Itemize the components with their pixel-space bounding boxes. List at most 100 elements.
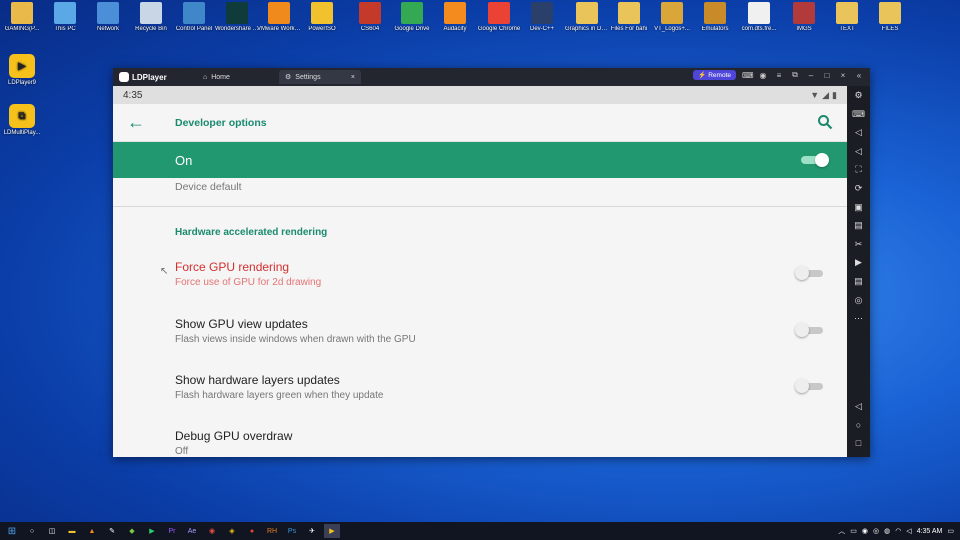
volume-up-icon[interactable]: ◁ [847, 123, 870, 142]
search-taskbar-icon[interactable]: ○ [24, 524, 40, 538]
gamepad-icon[interactable]: ⌨ [742, 71, 754, 80]
pref-show-gpu-view-updates[interactable]: Show GPU view updates Flash views inside… [175, 317, 815, 345]
photoshop-icon[interactable]: Ps [284, 524, 300, 538]
vlc-icon[interactable]: ▲ [84, 524, 100, 538]
vt-logos-icon[interactable]: VT_Logos+... [650, 2, 694, 33]
vmware-image [268, 2, 290, 24]
notification-icon[interactable]: ▭ [947, 527, 954, 535]
chrome-image [488, 2, 510, 24]
poweriso-icon[interactable]: PowerISO [300, 2, 344, 33]
volume-down-icon[interactable]: ◁ [847, 142, 870, 161]
this-pc-icon[interactable]: This PC [43, 2, 87, 33]
pref-debug-gpu-overdraw[interactable]: Debug GPU overdraw Off [175, 429, 815, 457]
network-icon[interactable]: Network [86, 2, 130, 33]
tray-app-icon[interactable]: ◉ [862, 527, 868, 535]
files-for-bahi-icon[interactable]: Files For bahi [607, 2, 651, 33]
audacity-icon[interactable]: Audacity [433, 2, 477, 33]
taskbar-app-icon[interactable]: ◈ [224, 524, 240, 538]
master-toggle[interactable] [801, 153, 829, 167]
toggle-show-hardware-layers-updates[interactable] [795, 379, 825, 393]
desktop-icon-label: Wondershare Filmora 12 [215, 26, 259, 32]
remote-label: Remote [708, 71, 731, 79]
shake-icon[interactable]: ◎ [847, 291, 870, 310]
control-panel-image [183, 2, 205, 24]
settings-icon[interactable]: ⚙ [847, 86, 870, 105]
close-tab-icon[interactable]: × [351, 74, 355, 81]
file-explorer-icon[interactable]: ▬ [64, 524, 80, 538]
emulators-icon[interactable]: Emulators [693, 2, 737, 33]
record-icon[interactable]: ▣ [847, 198, 870, 217]
control-panel-icon[interactable]: Control Panel [172, 2, 216, 33]
gaming-folder-icon[interactable]: GAMING(P... [0, 2, 44, 33]
tray-chevron-icon[interactable]: ︿ [838, 526, 845, 536]
desktop-icon-label: com.dts.fre... [741, 26, 777, 32]
scissors-icon[interactable]: ✂ [847, 235, 870, 254]
taskbar-app-icon[interactable]: RH [264, 524, 280, 538]
tray-app-icon[interactable]: ◍ [884, 527, 890, 535]
devcpp-icon[interactable]: Dev-C++ [520, 2, 564, 33]
pref-title: Debug GPU overdraw [175, 429, 293, 443]
text-folder-icon[interactable]: TEXT [825, 2, 869, 33]
toggle-force-gpu-rendering[interactable] [795, 266, 825, 280]
taskbar-app-icon[interactable]: ✈ [304, 524, 320, 538]
graphics-folder-icon[interactable]: Graphics in Dev C++ [565, 2, 609, 33]
collapse-sidebar-icon[interactable]: « [854, 71, 864, 80]
taskbar-app-icon[interactable]: ▶ [144, 524, 160, 538]
multi-window-icon[interactable]: ⧉ [790, 70, 800, 80]
pref-show-hardware-layers-updates[interactable]: Show hardware layers updates Flash hardw… [175, 373, 815, 401]
cs604-icon[interactable]: CS604 [348, 2, 392, 33]
tray-app-icon[interactable]: ◎ [873, 527, 879, 535]
tray-network-icon[interactable]: ▭ [850, 527, 857, 535]
back-arrow-icon[interactable]: ← [127, 112, 145, 133]
rotate-icon[interactable]: ⟳ [847, 179, 870, 198]
ldplayer9-icon[interactable]: ▶ LDPlayer9 [0, 54, 44, 86]
ldplayer-window: LDPlayer ⌂ Home ⚙ Settings × ⚡ Remote ⌨ ◉ … [113, 68, 870, 457]
dts-file-icon[interactable]: com.dts.fre... [737, 2, 781, 33]
text-icon[interactable]: ▤ [847, 272, 870, 291]
premiere-icon[interactable]: Pr [164, 524, 180, 538]
remote-button[interactable]: ⚡ Remote [693, 70, 736, 80]
recycle-bin-icon[interactable]: Recycle Bin [129, 2, 173, 33]
taskbar-app-icon[interactable]: ◆ [124, 524, 140, 538]
android-recents-icon[interactable]: □ [847, 434, 870, 453]
account-icon[interactable]: ◉ [758, 71, 768, 80]
search-icon[interactable] [817, 114, 833, 130]
chrome-icon[interactable]: Google Chrome [477, 2, 521, 33]
taskbar-app-icon[interactable]: ◉ [204, 524, 220, 538]
remote-icon: ⚡ [698, 72, 707, 79]
maximize-icon[interactable]: □ [822, 71, 832, 80]
android-back-icon[interactable]: ◁ [847, 397, 870, 416]
pref-title: Show hardware layers updates [175, 373, 340, 387]
keyboard-icon[interactable]: ⌨ [847, 105, 870, 124]
imgs-folder-icon[interactable]: IMGS [782, 2, 826, 33]
files-folder-icon[interactable]: FILES [868, 2, 912, 33]
ldmultiplayer-icon[interactable]: ⧉ LDMultiPlay... [0, 104, 44, 136]
after-effects-icon[interactable]: Ae [184, 524, 200, 538]
tray-volume-icon[interactable]: ◁ [906, 527, 911, 535]
ldplayer-taskbar-icon[interactable]: ▶ [324, 524, 340, 538]
pref-force-gpu-rendering[interactable]: Force GPU rendering Force use of GPU for… [175, 260, 815, 288]
task-view-icon[interactable]: ◫ [44, 524, 60, 538]
tab-home[interactable]: ⌂ Home [197, 70, 279, 84]
close-icon[interactable]: × [838, 71, 848, 80]
minimize-icon[interactable]: – [806, 71, 816, 80]
menu-icon[interactable]: ≡ [774, 71, 784, 80]
android-home-icon[interactable]: ○ [847, 416, 870, 435]
screenshot-icon[interactable]: ⛶ [847, 160, 870, 179]
toggle-knob [795, 379, 809, 393]
tray-wifi-icon[interactable]: ◠ [895, 527, 901, 535]
tray-clock[interactable]: 4:35 AM [917, 528, 943, 535]
more-icon[interactable]: ⋯ [847, 309, 870, 328]
apk-icon[interactable]: ▤ [847, 216, 870, 235]
ldmultiplayer-label: LDMultiPlay... [3, 130, 41, 136]
windows-start-icon[interactable]: ⊞ [4, 524, 20, 538]
filmora-icon[interactable]: Wondershare Filmora 12 [215, 2, 259, 33]
chrome-taskbar-icon[interactable]: ● [244, 524, 260, 538]
toggle-show-gpu-view-updates[interactable] [795, 323, 825, 337]
vmware-icon[interactable]: VMware Workstati... [257, 2, 301, 33]
master-switch-bar[interactable]: On [113, 142, 847, 178]
tab-settings[interactable]: ⚙ Settings × [279, 70, 361, 84]
taskbar-app-icon[interactable]: ✎ [104, 524, 120, 538]
google-drive-icon[interactable]: Google Drive [390, 2, 434, 33]
video-icon[interactable]: ▶ [847, 253, 870, 272]
